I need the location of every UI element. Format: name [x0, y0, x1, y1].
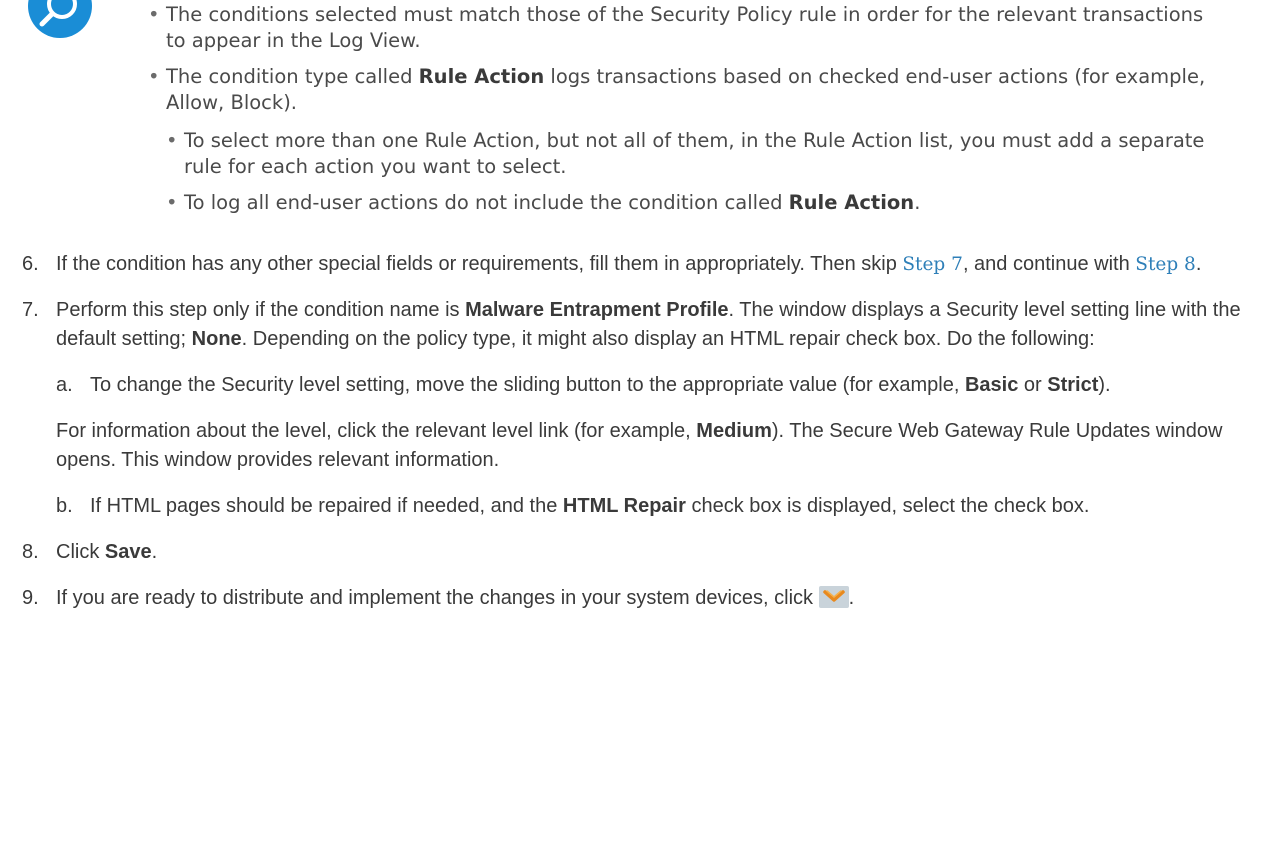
note-bullet: The condition type called Rule Action lo…: [148, 64, 1228, 216]
note-list: The conditions selected must match those…: [148, 2, 1228, 216]
bold-text: Save: [104, 541, 152, 563]
step-7-info: For information about the level, click t…: [56, 420, 1223, 471]
steps-list: 6. If the condition has any other specia…: [22, 250, 1252, 613]
step-number: 7.: [22, 299, 39, 321]
bold-text: None: [191, 328, 242, 350]
magnifier-icon: [28, 0, 92, 38]
bold-text: HTML Repair: [562, 495, 686, 517]
step-6: 6. If the condition has any other specia…: [22, 250, 1252, 279]
step-number: 9.: [22, 587, 39, 609]
bold-text: Basic: [964, 374, 1019, 396]
step-number: 8.: [22, 541, 39, 563]
step-7b: b. If HTML pages should be repaired if n…: [56, 492, 1252, 521]
step-7a: a. To change the Security level setting,…: [56, 371, 1252, 400]
step-9: 9. If you are ready to distribute and im…: [22, 584, 1252, 613]
bold-text: Strict: [1047, 374, 1099, 396]
note-sub-bullet: To select more than one Rule Action, but…: [166, 128, 1228, 180]
distribute-icon[interactable]: [818, 586, 849, 608]
bold-text: Rule Action: [788, 191, 915, 214]
bold-text: Medium: [696, 420, 772, 442]
note-sub-bullet: To log all end-user actions do not inclu…: [166, 190, 1228, 216]
step-letter: b.: [56, 495, 73, 517]
bold-text: Rule Action: [418, 65, 545, 88]
step-number: 6.: [22, 253, 39, 275]
bold-text: Malware Entrapment Profile: [465, 299, 729, 321]
step-8-link[interactable]: Step 8: [1135, 254, 1196, 275]
note-sub-list: To select more than one Rule Action, but…: [166, 128, 1228, 216]
step-8: 8. Click Save.: [22, 538, 1252, 567]
step-7-link[interactable]: Step 7: [902, 254, 963, 275]
step-letter: a.: [56, 374, 73, 396]
note-bullet: The conditions selected must match those…: [148, 2, 1228, 54]
step-7: 7. Perform this step only if the conditi…: [22, 296, 1252, 521]
